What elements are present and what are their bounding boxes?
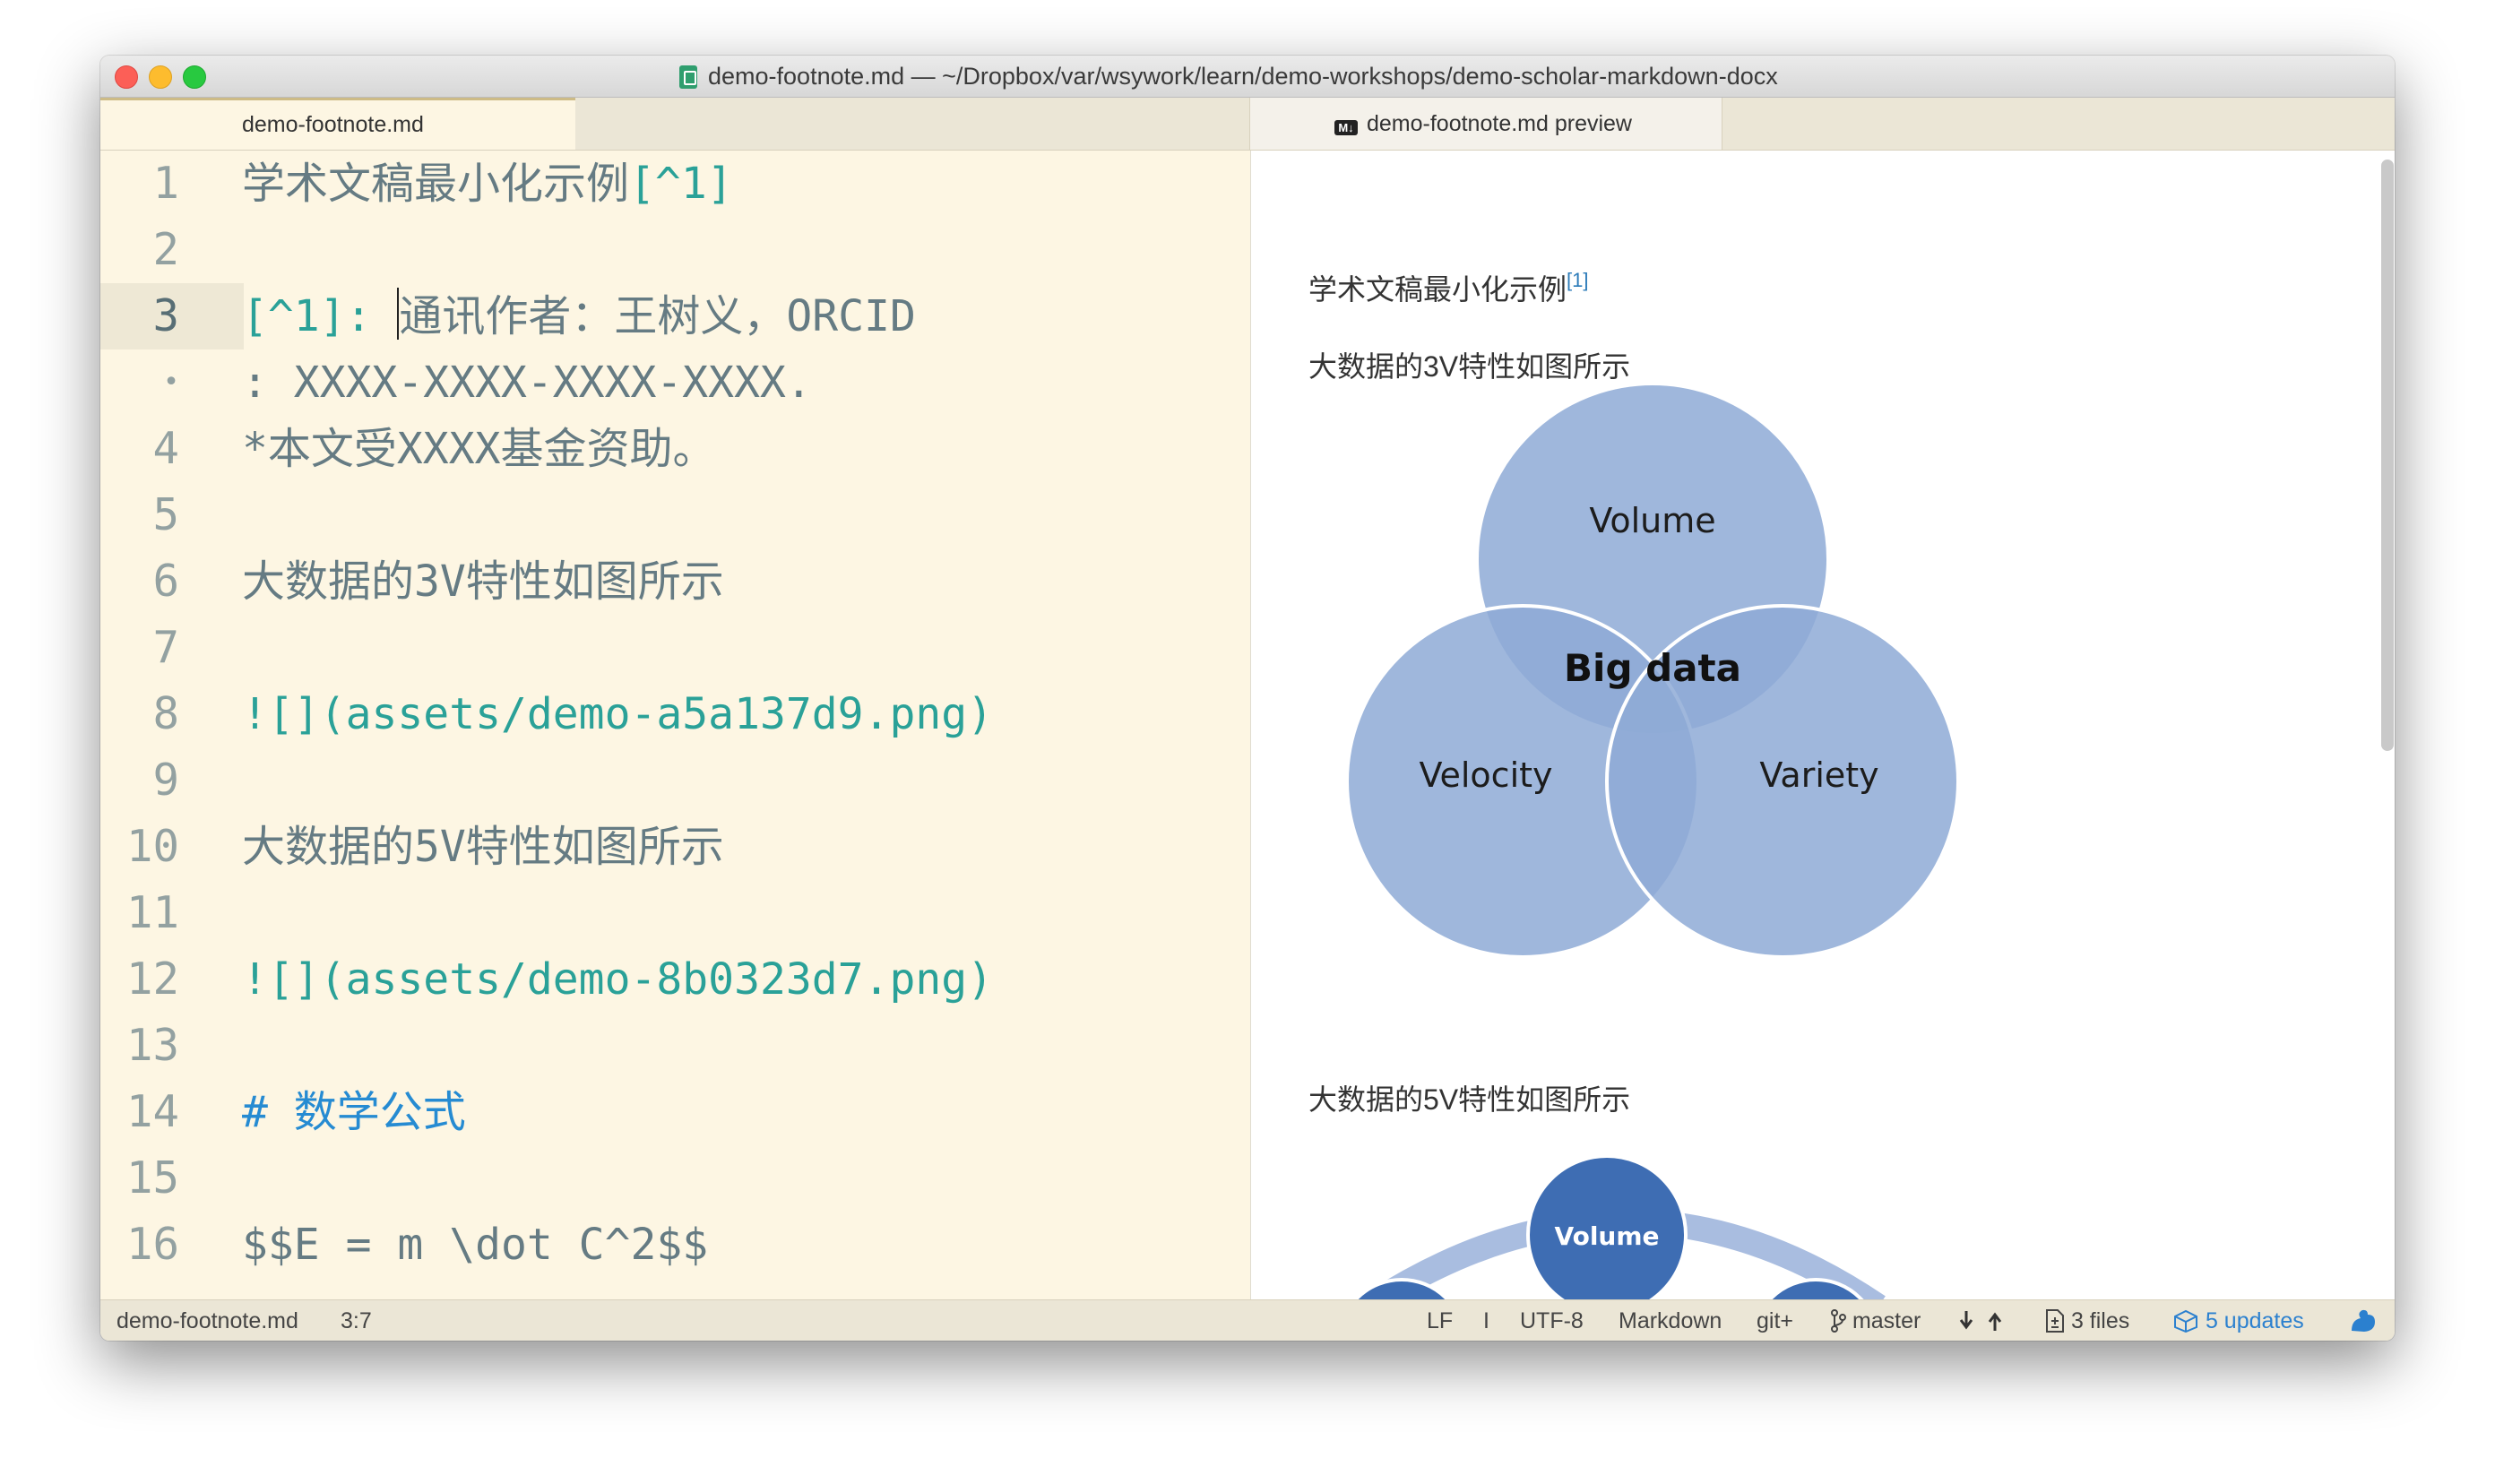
status-branch[interactable]: master bbox=[1830, 1300, 1921, 1341]
venn-label-volume: Volume bbox=[1589, 501, 1715, 540]
line-number: 4 bbox=[152, 423, 179, 474]
status-fetch[interactable] bbox=[1959, 1300, 2007, 1341]
status-git[interactable]: git+ bbox=[1757, 1300, 1793, 1341]
status-cursor-position[interactable]: 3:7 bbox=[341, 1300, 372, 1341]
code-text: $$E = m \dot C^2$$ bbox=[242, 1220, 709, 1270]
code-text: *本文受XXXX基金资助。 bbox=[242, 424, 716, 474]
code-line: 大数据的3V特性如图所示 bbox=[242, 548, 724, 615]
line-number: • bbox=[162, 367, 179, 398]
status-branch-label: master bbox=[1852, 1308, 1921, 1333]
footnote-definition-marker: [^1]: bbox=[242, 291, 398, 341]
status-filename[interactable]: demo-footnote.md bbox=[117, 1300, 298, 1341]
preview-caption-5v: 大数据的5V特性如图所示 bbox=[1308, 1083, 1631, 1116]
line-number-gutter: 1 2 3 • 4 5 6 7 8 9 10 11 12 13 14 15 16 bbox=[100, 151, 244, 1299]
venn-label-variety: Variety bbox=[1759, 755, 1878, 795]
status-encoding[interactable]: UTF-8 bbox=[1520, 1300, 1584, 1341]
status-grammar[interactable]: Markdown bbox=[1619, 1300, 1722, 1341]
code-line: ![](assets/demo-a5a137d9.png) bbox=[242, 681, 993, 747]
line-number: 10 bbox=[125, 821, 179, 872]
tab-editor-label: demo-footnote.md bbox=[242, 112, 424, 137]
5v-node-left bbox=[1353, 1278, 1450, 1299]
code-area[interactable]: 学术文稿最小化示例[^1] [^1]: 通讯作者：王树义，ORCID : XXX… bbox=[242, 151, 1249, 1299]
arrow-down-up-icon bbox=[1959, 1311, 2002, 1331]
code-line: # 数学公式 bbox=[242, 1079, 466, 1145]
line-number: 16 bbox=[125, 1219, 179, 1270]
code-text: : XXXX-XXXX-XXXX-XXXX. bbox=[242, 358, 812, 408]
code-line: [^1]: 通讯作者：王树义，ORCID bbox=[242, 283, 916, 349]
code-line: 学术文稿最小化示例[^1] bbox=[242, 151, 733, 217]
line-number: 15 bbox=[125, 1152, 179, 1204]
line-number: 7 bbox=[152, 622, 179, 673]
code-line: ![](assets/demo-8b0323d7.png) bbox=[242, 946, 993, 1013]
venn-label-velocity: Velocity bbox=[1419, 755, 1552, 795]
status-bar: demo-footnote.md 3:7 LF I UTF-8 Markdown… bbox=[100, 1299, 2395, 1341]
line-number: 2 bbox=[152, 224, 179, 275]
code-line: *本文受XXXX基金资助。 bbox=[242, 416, 716, 482]
status-updates[interactable]: 5 updates bbox=[2172, 1300, 2304, 1341]
markdown-file-icon bbox=[679, 65, 697, 89]
line-number: 14 bbox=[125, 1086, 179, 1137]
tab-preview-label: demo-footnote.md preview bbox=[1367, 111, 1632, 136]
code-text: 大数据的5V特性如图所示 bbox=[242, 822, 724, 872]
preview-scrollbar[interactable] bbox=[2381, 160, 2394, 751]
footnote-reference: [^1] bbox=[629, 159, 733, 209]
tab-editor[interactable]: demo-footnote.md bbox=[100, 98, 575, 150]
line-number: 9 bbox=[152, 755, 179, 806]
window-title-text: demo-footnote.md — ~/Dropbox/var/wsywork… bbox=[708, 63, 1778, 90]
line-number: 1 bbox=[152, 158, 179, 209]
line-number: 13 bbox=[125, 1020, 179, 1071]
minimize-window-button[interactable] bbox=[149, 65, 172, 89]
zoom-window-button[interactable] bbox=[183, 65, 206, 89]
code-line: $$E = m \dot C^2$$ bbox=[242, 1212, 708, 1278]
code-text: 通讯作者：王树义，ORCID bbox=[399, 291, 916, 341]
code-text: 大数据的3V特性如图所示 bbox=[242, 556, 724, 607]
tab-bar: demo-footnote.md M↓ demo-footnote.md prev… bbox=[100, 98, 2395, 151]
markdown-preview-icon: M↓ bbox=[1334, 120, 1358, 135]
editor-pane[interactable]: 1 2 3 • 4 5 6 7 8 9 10 11 12 13 14 15 16… bbox=[100, 151, 1249, 1299]
status-updates-label: 5 updates bbox=[2205, 1308, 2304, 1333]
status-separator: I bbox=[1483, 1308, 1489, 1333]
line-number: 5 bbox=[152, 489, 179, 540]
markdown-preview-pane[interactable]: 学术文稿最小化示例[1] 大数据的3V特性如图所示 Volume Velocit… bbox=[1250, 151, 2395, 1299]
diagram-5v: Volume bbox=[1353, 1154, 1886, 1299]
file-diff-icon bbox=[2046, 1309, 2064, 1333]
image-link: ![](assets/demo-a5a137d9.png) bbox=[242, 689, 994, 739]
tab-preview[interactable]: M↓ demo-footnote.md preview bbox=[1249, 98, 1722, 150]
line-number: 8 bbox=[152, 688, 179, 739]
image-link: ![](assets/demo-8b0323d7.png) bbox=[242, 954, 994, 1005]
code-line-wrapped: : XXXX-XXXX-XXXX-XXXX. bbox=[242, 349, 812, 416]
heading-text: # 数学公式 bbox=[242, 1087, 466, 1137]
branch-icon bbox=[1831, 1309, 1846, 1333]
line-number: 6 bbox=[152, 556, 179, 607]
close-window-button[interactable] bbox=[115, 65, 138, 89]
venn-diagram-3v: Volume Velocity Variety Big data Volume bbox=[1345, 382, 1960, 1299]
window-title: demo-footnote.md — ~/Dropbox/var/wsywork… bbox=[679, 56, 1778, 97]
5v-label-volume: Volume bbox=[1554, 1221, 1659, 1251]
status-files[interactable]: 3 files bbox=[2045, 1300, 2129, 1341]
line-number: 11 bbox=[125, 887, 179, 938]
venn-label-center: Big data bbox=[1564, 646, 1741, 690]
package-icon bbox=[2174, 1309, 2197, 1333]
line-number: 3 bbox=[152, 290, 179, 341]
code-text: 学术文稿最小化示例 bbox=[242, 159, 630, 209]
code-line: 大数据的5V特性如图所示 bbox=[242, 814, 724, 880]
status-line-ending[interactable]: LF bbox=[1427, 1300, 1453, 1341]
feedback-squirrel-icon[interactable] bbox=[2348, 1300, 2378, 1341]
app-window: demo-footnote.md — ~/Dropbox/var/wsywork… bbox=[100, 56, 2395, 1341]
title-bar: demo-footnote.md — ~/Dropbox/var/wsywork… bbox=[100, 56, 2395, 98]
status-files-label: 3 files bbox=[2070, 1308, 2130, 1333]
line-number: 12 bbox=[125, 953, 179, 1005]
